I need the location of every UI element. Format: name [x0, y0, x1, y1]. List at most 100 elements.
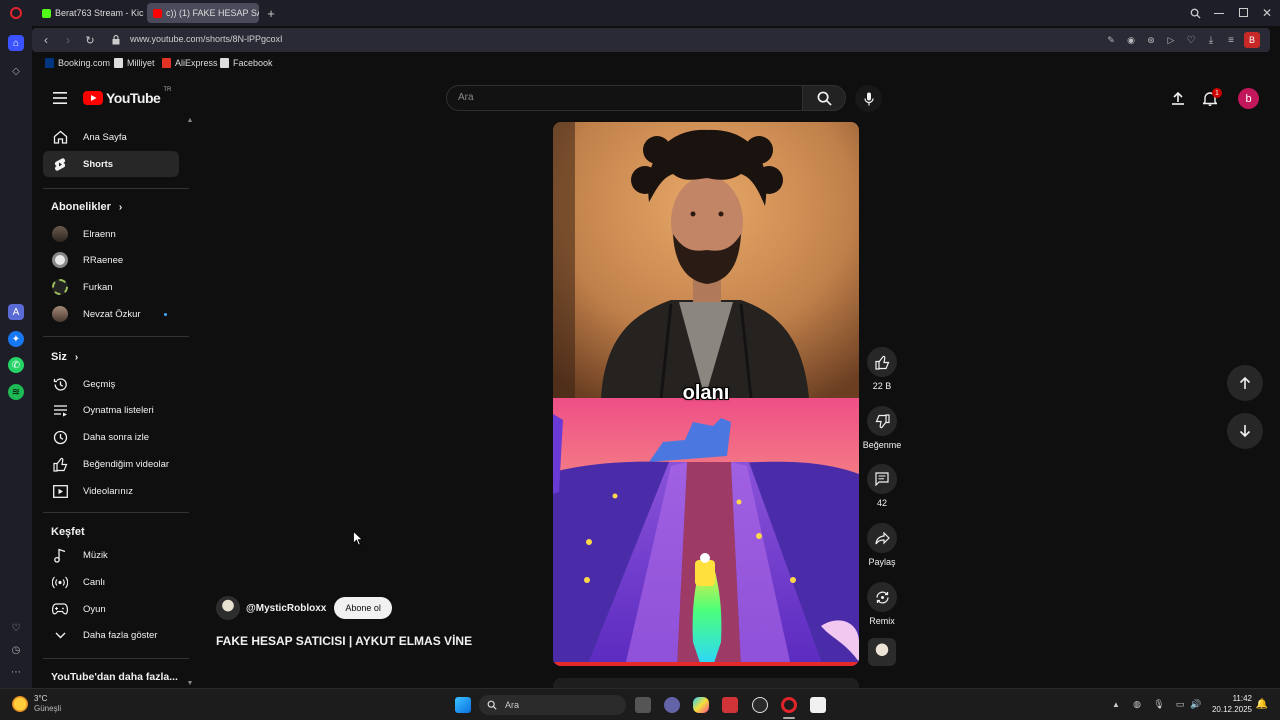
minimize-button[interactable]	[1214, 13, 1224, 14]
thumb-up-icon	[52, 456, 68, 472]
sidebar-item-your-videos[interactable]: Videolarınız	[43, 478, 179, 504]
bookmark-label: Facebook	[233, 58, 273, 68]
vpn-icon[interactable]: ⊛	[1144, 32, 1158, 48]
next-short-button[interactable]	[1227, 413, 1263, 449]
favorite-icon[interactable]: ♡	[1184, 32, 1198, 48]
browser-tab-youtube[interactable]: c)) (1) FAKE HESAP SATIC	[147, 3, 259, 23]
bookmark-label: AliExpress	[175, 58, 218, 68]
tray-overflow-icon[interactable]: ▲	[1110, 698, 1122, 710]
sidebar-item-history[interactable]: Geçmiş	[43, 371, 179, 397]
volume-icon[interactable]: 🔊	[1190, 698, 1202, 710]
tab-search-icon[interactable]	[1187, 5, 1203, 21]
scroll-up-icon[interactable]: ▲	[186, 116, 194, 124]
short-video-player[interactable]: olanı	[553, 122, 859, 666]
download-icon[interactable]: ⤓	[1204, 32, 1218, 48]
sidebar-item-shorts[interactable]: Shorts	[43, 151, 179, 177]
heart-rail-icon[interactable]: ♡	[8, 620, 24, 636]
bookmark-milliyet[interactable]: Milliyet	[114, 58, 155, 68]
youtube-logo[interactable]: YouTube TR	[83, 87, 172, 106]
upload-button[interactable]	[1169, 89, 1187, 107]
aria-icon[interactable]: A	[8, 304, 24, 320]
like-button[interactable]: 22 B	[862, 347, 902, 391]
sidebar-item-home[interactable]: Ana Sayfa	[43, 124, 179, 150]
steam-icon[interactable]	[752, 697, 768, 713]
tray-app-icon[interactable]: ◍	[1131, 698, 1143, 710]
thumb-up-icon	[874, 355, 889, 370]
remix-button[interactable]: Remix	[862, 582, 902, 626]
video-caption: olanı	[682, 382, 730, 404]
country-code: TR	[163, 87, 172, 93]
dislike-button[interactable]: Beğenme	[860, 406, 904, 450]
camera-icon[interactable]: ◉	[1124, 32, 1138, 48]
start-menu-icon[interactable]	[455, 697, 471, 713]
microphone-tray-icon[interactable]: 🎙	[1153, 698, 1165, 710]
sidebar-item-subscription[interactable]: Furkan	[43, 274, 179, 300]
search-button[interactable]	[802, 85, 846, 111]
channel-name[interactable]: @MysticRobloxx	[246, 603, 326, 614]
browser-profile-avatar[interactable]: B	[1244, 32, 1260, 48]
sidebar-item-label: Videolarınız	[83, 485, 133, 497]
previous-short-button[interactable]	[1227, 365, 1263, 401]
share-button[interactable]: Paylaş	[862, 523, 902, 567]
search-input[interactable]: Ara	[446, 85, 803, 111]
close-window-button[interactable]: ✕	[1260, 5, 1274, 21]
url-field[interactable]: www.youtube.com/shorts/8N-lPPgcoxI	[130, 34, 283, 44]
office-icon[interactable]	[722, 697, 738, 713]
hamburger-menu-icon[interactable]	[51, 89, 69, 107]
sidebar-item-liked-videos[interactable]: Beğendiğim videolar	[43, 451, 179, 477]
opera-taskbar-icon[interactable]	[781, 697, 797, 713]
account-avatar[interactable]: b	[1238, 88, 1259, 109]
terminal-icon[interactable]	[810, 697, 826, 713]
comments-button[interactable]: 42	[862, 464, 902, 508]
menu-lines-icon[interactable]: ≡	[1224, 32, 1238, 48]
sidebar-item-subscription[interactable]: Elraenn	[43, 221, 179, 247]
more-rail-icon[interactable]: ⋯	[8, 664, 24, 680]
weather-widget[interactable]: 3°C Güneşli	[12, 694, 61, 714]
plus-icon[interactable]: +	[264, 6, 278, 21]
tab-title: c)) (1) FAKE HESAP SATIC	[166, 8, 259, 18]
subscribe-button[interactable]: Abone ol	[334, 597, 392, 619]
sidebar-item-subscription[interactable]: RRaenee	[43, 247, 179, 273]
copilot-icon[interactable]	[693, 697, 709, 713]
sidebar-item-watch-later[interactable]: Daha sonra izle	[43, 424, 179, 450]
scroll-down-icon[interactable]: ▼	[186, 679, 194, 687]
browser-tab-kick[interactable]: Berat763 Stream - Kick De	[36, 3, 144, 23]
sidebar-item-show-more[interactable]: Daha fazla göster	[43, 622, 179, 648]
restore-button[interactable]	[1239, 8, 1248, 17]
sidebar-item-subscription[interactable]: Nevzat Özkur	[43, 301, 179, 327]
opera-logo[interactable]	[10, 7, 22, 19]
channel-avatar[interactable]	[216, 596, 240, 620]
task-view-icon[interactable]	[635, 697, 651, 713]
sidebar-item-live[interactable]: Canlı	[43, 569, 179, 595]
bookmark-facebook[interactable]: Facebook	[220, 58, 273, 68]
messenger-icon[interactable]: ✦	[8, 331, 24, 347]
history-rail-icon[interactable]: ◷	[8, 642, 24, 658]
back-icon[interactable]: ‹	[38, 32, 54, 48]
teams-icon[interactable]	[664, 697, 680, 713]
you-heading[interactable]: Siz ›	[51, 351, 78, 363]
notification-bell-icon[interactable]: 🔔	[1256, 698, 1268, 710]
edit-icon[interactable]: ✎	[1104, 32, 1118, 48]
diamond-rail-icon[interactable]: ◇	[8, 63, 24, 79]
sound-source-avatar[interactable]	[868, 638, 896, 666]
booking-icon	[45, 58, 54, 68]
forward-icon[interactable]: ›	[60, 32, 76, 48]
bookmark-booking[interactable]: Booking.com	[45, 58, 110, 68]
sidebar-item-gaming[interactable]: Oyun	[43, 596, 179, 622]
sidebar-item-music[interactable]: Müzik	[43, 542, 179, 568]
network-icon[interactable]: ▭	[1174, 698, 1186, 710]
voice-search-button[interactable]	[855, 85, 882, 112]
bookmark-aliexpress[interactable]: AliExpress	[162, 58, 218, 68]
spotify-icon[interactable]: ≋	[8, 384, 24, 400]
sidebar-item-playlists[interactable]: Oynatma listeleri	[43, 397, 179, 423]
home-rail-icon[interactable]: ⌂	[8, 35, 24, 51]
whatsapp-icon[interactable]: ✆	[8, 357, 24, 373]
subscriptions-heading[interactable]: Abonelikler ›	[51, 201, 122, 213]
clock[interactable]: 11:42 20.12.2025	[1208, 693, 1252, 715]
player-icon[interactable]: ▷	[1164, 32, 1178, 48]
short-title[interactable]: FAKE HESAP SATICISI | AYKUT ELMAS VİNE	[216, 634, 472, 648]
taskbar-search[interactable]: Ara	[479, 695, 626, 715]
reload-icon[interactable]: ↻	[82, 32, 98, 48]
video-icon	[52, 483, 68, 499]
sidebar-item-label: Beğendiğim videolar	[83, 458, 170, 470]
